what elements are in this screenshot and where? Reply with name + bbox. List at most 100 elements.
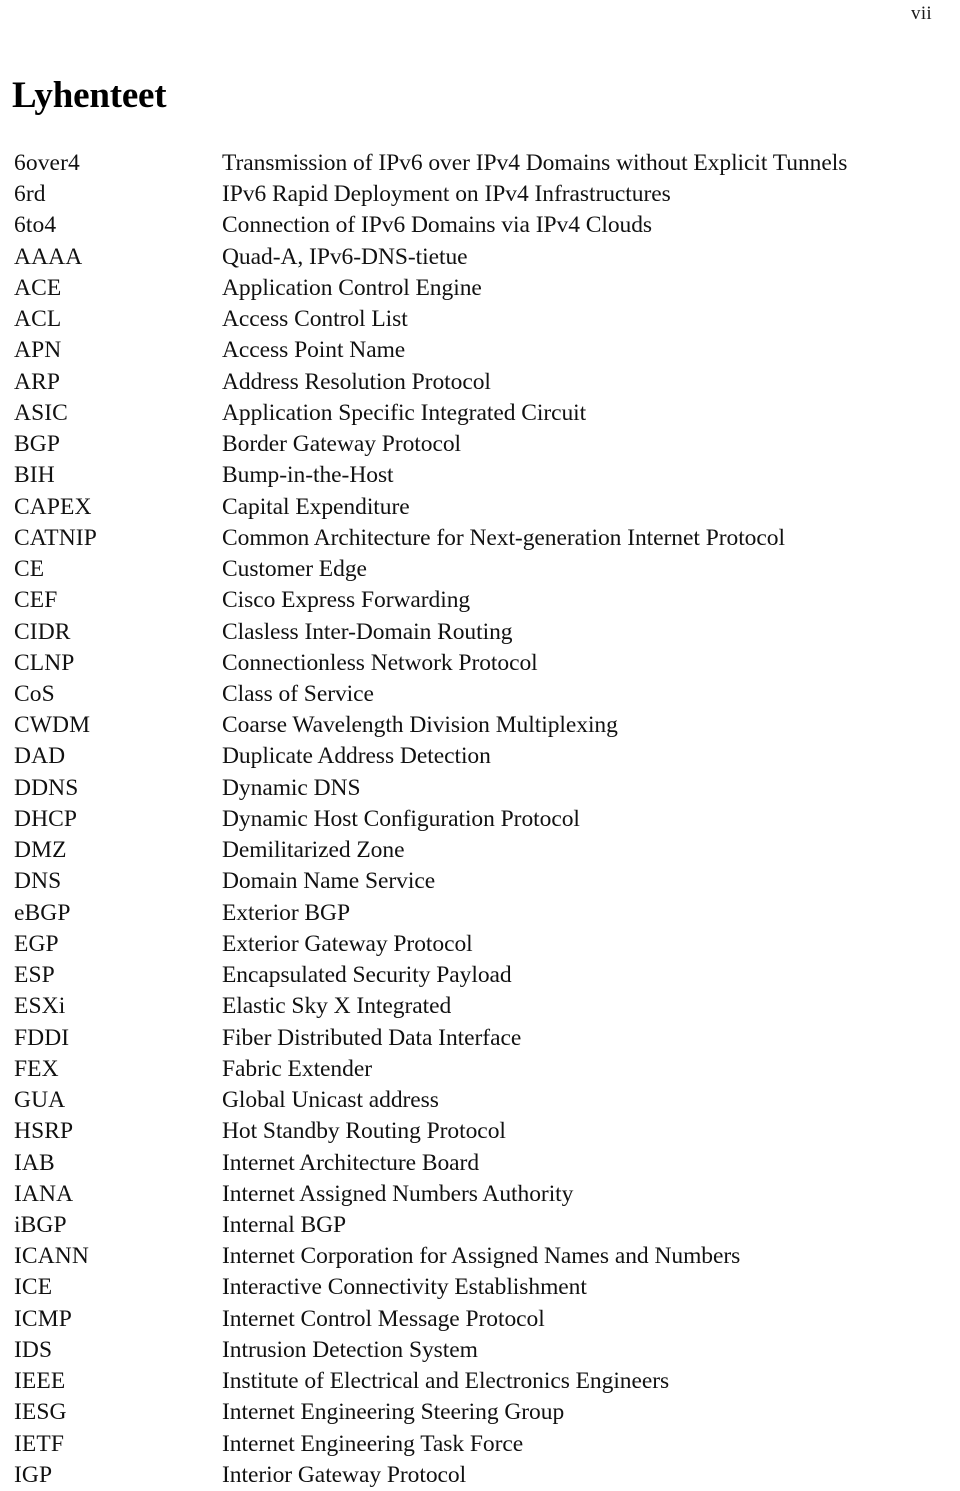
abbreviation-definition: Exterior BGP	[222, 899, 350, 926]
abbreviation-row: 6rd IPv6 Rapid Deployment on IPv4 Infrast…	[0, 179, 960, 210]
abbreviation-term: DMZ	[14, 837, 67, 864]
abbreviation-definition: Global Unicast address	[222, 1087, 439, 1114]
abbreviation-term: ICMP	[14, 1305, 72, 1332]
abbreviation-row: ESXi Elastic Sky X Integrated	[0, 991, 960, 1022]
abbreviation-definition: Border Gateway Protocol	[222, 431, 462, 458]
abbreviation-row: ARP Address Resolution Protocol	[0, 367, 960, 398]
abbreviation-term: CEF	[14, 587, 58, 614]
abbreviation-row: CIDR Clasless Inter-Domain Routing	[0, 617, 960, 648]
abbreviation-term: DAD	[14, 743, 66, 770]
abbreviation-definition: Duplicate Address Detection	[222, 743, 491, 770]
abbreviation-row: ESP Encapsulated Security Payload	[0, 960, 960, 991]
abbreviation-definition: Internet Engineering Steering Group	[222, 1399, 565, 1426]
abbreviation-term: BIH	[14, 462, 55, 489]
abbreviation-row: CWDM Coarse Wavelength Division Multiplex…	[0, 710, 960, 741]
abbreviation-term: ARP	[14, 368, 61, 395]
abbreviation-row: CLNP Connectionless Network Protocol	[0, 648, 960, 679]
abbreviation-term: ESXi	[14, 993, 66, 1020]
abbreviation-row: IETF Internet Engineering Task Force	[0, 1429, 960, 1460]
abbreviation-row: IEEE Institute of Electrical and Electron…	[0, 1366, 960, 1397]
abbreviation-term: IANA	[14, 1180, 74, 1207]
abbreviation-definition: IPv6 Rapid Deployment on IPv4 Infrastruc…	[222, 181, 671, 208]
abbreviation-row: ASIC Application Specific Integrated Circ…	[0, 398, 960, 429]
abbreviation-term: FDDI	[14, 1024, 70, 1051]
abbreviation-definition: Application Specific Integrated Circuit	[222, 399, 587, 426]
abbreviation-term: 6over4	[14, 150, 80, 176]
abbreviation-term: IESG	[14, 1399, 67, 1426]
abbreviation-term: FEX	[14, 1055, 59, 1082]
abbreviation-term: ASIC	[14, 399, 68, 426]
abbreviation-term: ACE	[14, 274, 62, 301]
abbreviation-row: AAAA Quad-A, IPv6-DNS-tietue	[0, 242, 960, 273]
abbreviation-term: APN	[14, 337, 62, 364]
abbreviation-row: BGP Border Gateway Protocol	[0, 429, 960, 460]
abbreviation-definition: Cisco Express Forwarding	[222, 587, 471, 614]
page-number: vii	[911, 3, 932, 24]
abbreviation-definition: Interactive Connectivity Establishment	[222, 1274, 587, 1301]
abbreviation-definition: Dynamic Host Configuration Protocol	[222, 805, 580, 832]
abbreviation-row: CE Customer Edge	[0, 554, 960, 585]
abbreviation-term: ACL	[14, 306, 62, 333]
abbreviation-definition: Elastic Sky X Integrated	[222, 993, 452, 1020]
abbreviation-row: DDNS Dynamic DNS	[0, 773, 960, 804]
abbreviation-term: CoS	[14, 680, 55, 707]
abbreviation-row: ACE Application Control Engine	[0, 273, 960, 304]
abbreviation-term: IDS	[14, 1336, 53, 1363]
abbreviation-row: eBGP Exterior BGP	[0, 898, 960, 929]
abbreviation-row: ICANN Internet Corporation for Assigned N…	[0, 1241, 960, 1272]
abbreviation-term: DNS	[14, 868, 62, 895]
abbreviation-row: DAD Duplicate Address Detection	[0, 741, 960, 772]
abbreviation-row: IGP Interior Gateway Protocol	[0, 1460, 960, 1491]
abbreviation-row: ACL Access Control List	[0, 304, 960, 335]
abbreviation-definition: Bump-in-the-Host	[222, 462, 394, 489]
abbreviation-term: ICE	[14, 1274, 53, 1301]
abbreviation-term: IGP	[14, 1461, 53, 1488]
abbreviation-row: DNS Domain Name Service	[0, 866, 960, 897]
abbreviation-definition: Access Control List	[222, 306, 408, 333]
abbreviation-definition: Quad-A, IPv6-DNS-tietue	[222, 243, 468, 270]
abbreviation-term: CWDM	[14, 712, 91, 739]
abbreviation-term: CAPEX	[14, 493, 92, 520]
abbreviation-definition: Class of Service	[222, 680, 374, 707]
abbreviation-definition: Institute of Electrical and Electronics …	[222, 1368, 670, 1395]
abbreviation-definition: Demilitarized Zone	[222, 837, 405, 864]
abbreviation-definition: Internet Engineering Task Force	[222, 1430, 524, 1457]
abbreviation-term: IAB	[14, 1149, 55, 1176]
abbreviation-row: EGP Exterior Gateway Protocol	[0, 929, 960, 960]
abbreviation-definition: Connection of IPv6 Domains via IPv4 Clou…	[222, 212, 653, 239]
abbreviation-term: BGP	[14, 431, 61, 458]
abbreviation-row: IESG Internet Engineering Steering Group	[0, 1397, 960, 1428]
abbreviation-term: DDNS	[14, 774, 79, 801]
abbreviation-row: FDDI Fiber Distributed Data Interface	[0, 1023, 960, 1054]
abbreviation-term: IETF	[14, 1430, 65, 1457]
abbreviation-term: 6to4	[14, 212, 57, 239]
abbreviation-definition: Exterior Gateway Protocol	[222, 930, 473, 957]
abbreviation-definition: Internet Assigned Numbers Authority	[222, 1180, 574, 1207]
abbreviation-row: CATNIP Common Architecture for Next-gener…	[0, 523, 960, 554]
abbreviation-definition: Connectionless Network Protocol	[222, 649, 538, 676]
abbreviation-definition: Internet Control Message Protocol	[222, 1305, 545, 1332]
abbreviation-row: GUA Global Unicast address	[0, 1085, 960, 1116]
abbreviation-row: ICE Interactive Connectivity Establishmen…	[0, 1272, 960, 1303]
abbreviation-row: BIH Bump-in-the-Host	[0, 460, 960, 491]
abbreviation-definition: Internet Architecture Board	[222, 1149, 480, 1176]
abbreviation-definition: Fabric Extender	[222, 1055, 372, 1082]
abbreviation-definition: Access Point Name	[222, 337, 406, 364]
abbreviation-definition: Fiber Distributed Data Interface	[222, 1024, 522, 1051]
abbreviation-row: APN Access Point Name	[0, 335, 960, 366]
abbreviation-term: EGP	[14, 930, 59, 957]
abbreviation-definition: Intrusion Detection System	[222, 1336, 478, 1363]
abbreviation-definition: Transmission of IPv6 over IPv4 Domains w…	[222, 150, 848, 176]
abbreviation-term: DHCP	[14, 805, 78, 832]
abbreviation-term: HSRP	[14, 1118, 74, 1145]
abbreviation-term: eBGP	[14, 899, 71, 926]
abbreviation-term: ESP	[14, 962, 55, 989]
abbreviation-definition: Hot Standby Routing Protocol	[222, 1118, 506, 1145]
abbreviation-definition: Encapsulated Security Payload	[222, 962, 512, 989]
abbreviation-list: 6over4 Transmission of IPv6 over IPv4 Dom…	[0, 148, 960, 1491]
abbreviation-definition: Clasless Inter-Domain Routing	[222, 618, 513, 645]
abbreviation-row: HSRP Hot Standby Routing Protocol	[0, 1116, 960, 1147]
abbreviation-definition: Internal BGP	[222, 1211, 347, 1238]
abbreviation-term: CLNP	[14, 649, 75, 676]
document-page: vii Lyhenteet 6over4 Transmission of IPv6…	[0, 0, 960, 1488]
